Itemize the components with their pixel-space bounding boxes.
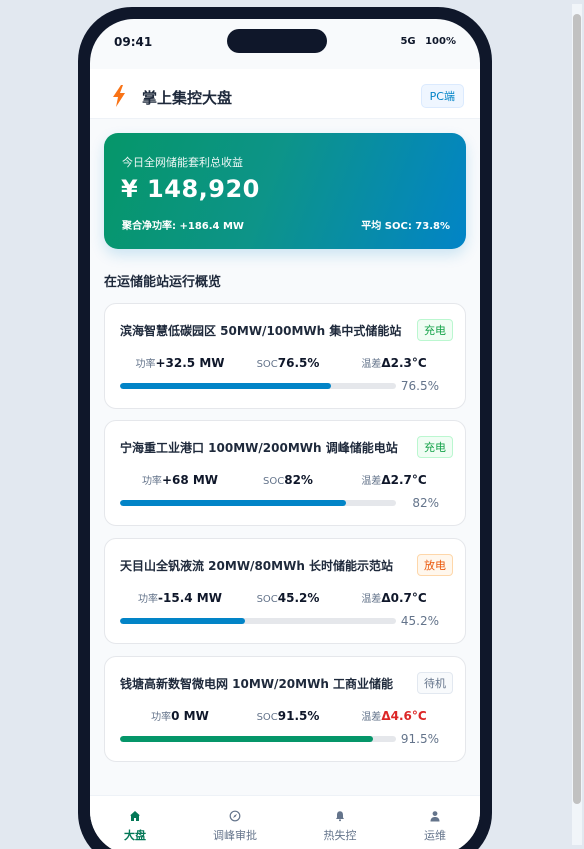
- power-metric: 功率0 MW: [120, 705, 240, 724]
- page-scrollbar[interactable]: [572, 4, 582, 845]
- power-value: -15.4 MW: [158, 591, 222, 605]
- revenue-summary-card: 今日全网储能套利总收益 ¥ 148,920 聚合净功率: +186.4 MW 平…: [104, 133, 466, 249]
- temp-label: 温差: [361, 712, 382, 723]
- station-metrics: 功率+32.5 MW SOC76.5% 温差Δ2.3°C: [120, 352, 452, 370]
- soc-progress-fill: [120, 618, 245, 624]
- station-metrics: 功率+68 MW SOC82% 温差Δ2.7°C: [120, 469, 452, 487]
- phone-screen: 09:41 5G 100% 掌上集控大盘 PC端 今日全网储能套利总收益 ¥ 1…: [90, 19, 480, 849]
- compass-icon: [229, 810, 241, 822]
- temp-metric: 温差Δ4.6°C: [336, 705, 452, 724]
- soc-metric: SOC82%: [240, 469, 336, 488]
- section-title: 在运储能站运行概览: [104, 275, 222, 290]
- station-name: 宁海重工业港口 100MW/200MWh 调峰储能电站: [120, 441, 398, 455]
- station-name: 钱塘高新数智微电网 10MW/20MWh 工商业储能: [120, 677, 394, 691]
- scrollbar-thumb[interactable]: [573, 14, 581, 804]
- power-label: 功率: [141, 476, 162, 487]
- soc-label: SOC: [263, 476, 285, 487]
- status-badge: 充电: [417, 436, 453, 458]
- temp-label: 温差: [361, 594, 382, 605]
- station-metrics: 功率-15.4 MW SOC45.2% 温差Δ0.7°C: [120, 587, 452, 605]
- soc-progress-fill: [120, 500, 347, 506]
- soc-progress-text: 76.5%: [400, 379, 439, 393]
- temp-value: Δ2.7°C: [381, 473, 427, 487]
- lightning-icon: [113, 85, 125, 107]
- soc-metric: SOC91.5%: [240, 705, 336, 724]
- phone-frame: 09:41 5G 100% 掌上集控大盘 PC端 今日全网储能套利总收益 ¥ 1…: [78, 7, 492, 849]
- soc-progress-text: 82%: [412, 496, 439, 510]
- station-card[interactable]: 天目山全钒液流 20MW/80MWh 长时储能示范站 放电 功率-15.4 MW SO…: [104, 538, 466, 644]
- power-metric: 功率+68 MW: [120, 469, 240, 488]
- temp-label: 温差: [361, 476, 382, 487]
- battery-indicator: 100%: [425, 36, 456, 47]
- tab-label: 运维: [424, 829, 446, 842]
- soc-label: SOC: [256, 712, 278, 723]
- bell-icon: [336, 811, 344, 822]
- soc-progress-bar: [120, 500, 396, 506]
- station-card[interactable]: 宁海重工业港口 100MW/200MWh 调峰储能电站 充电 功率+68 MW SOC…: [104, 420, 466, 526]
- pc-mode-button[interactable]: PC端: [420, 84, 464, 108]
- tab-dashboard[interactable]: 大盘: [95, 810, 175, 843]
- net-power-value: 聚合净功率: +186.4 MW: [122, 221, 244, 232]
- user-icon: [430, 811, 440, 822]
- tab-thermal-runaway[interactable]: 热失控: [300, 810, 380, 843]
- soc-progress-fill: [120, 736, 373, 742]
- revenue-amount: ¥ 148,920: [121, 175, 260, 203]
- power-label: 功率: [151, 712, 172, 723]
- soc-progress-bar: [120, 383, 396, 389]
- status-badge: 待机: [417, 672, 453, 694]
- soc-progress-bar: [120, 736, 396, 742]
- soc-progress-text: 45.2%: [400, 614, 439, 628]
- tab-label: 大盘: [124, 829, 146, 842]
- soc-value: 76.5%: [277, 356, 320, 370]
- temp-value: Δ4.6°C: [381, 709, 427, 723]
- soc-progress-fill: [120, 383, 332, 389]
- power-label: 功率: [138, 594, 159, 605]
- soc-value: 91.5%: [277, 709, 320, 723]
- temp-label: 温差: [361, 359, 382, 370]
- station-card[interactable]: 钱塘高新数智微电网 10MW/20MWh 工商业储能 待机 功率0 MW SOC91.…: [104, 656, 466, 762]
- station-name: 滨海智慧低碳园区 50MW/100MWh 集中式储能站: [120, 324, 402, 338]
- power-value: +68 MW: [161, 473, 219, 487]
- status-badge: 充电: [417, 319, 453, 341]
- status-time: 09:41: [114, 35, 153, 49]
- soc-value: 82%: [284, 473, 313, 487]
- station-name: 天目山全钒液流 20MW/80MWh 长时储能示范站: [120, 559, 394, 573]
- power-value: +32.5 MW: [155, 356, 225, 370]
- average-soc-value: 平均 SOC: 73.8%: [361, 221, 450, 232]
- station-metrics: 功率0 MW SOC91.5% 温差Δ4.6°C: [120, 705, 452, 723]
- soc-progress-bar: [120, 618, 396, 624]
- revenue-label: 今日全网储能套利总收益: [122, 156, 243, 169]
- tab-label: 调峰审批: [213, 829, 257, 842]
- tab-peak-approval[interactable]: 调峰审批: [195, 810, 275, 843]
- app-bar: 掌上集控大盘 PC端: [90, 69, 480, 119]
- soc-metric: SOC45.2%: [240, 587, 336, 606]
- temp-metric: 温差Δ0.7°C: [336, 587, 452, 606]
- soc-progress-text: 91.5%: [400, 732, 439, 746]
- soc-label: SOC: [256, 594, 278, 605]
- temp-metric: 温差Δ2.7°C: [336, 469, 452, 488]
- app-title: 掌上集控大盘: [142, 89, 233, 107]
- station-card[interactable]: 滨海智慧低碳园区 50MW/100MWh 集中式储能站 充电 功率+32.5 MW S…: [104, 303, 466, 409]
- soc-label: SOC: [256, 359, 278, 370]
- home-icon: [130, 811, 140, 821]
- temp-value: Δ0.7°C: [381, 591, 427, 605]
- power-label: 功率: [135, 359, 156, 370]
- tab-maintenance[interactable]: 运维: [395, 810, 475, 843]
- temp-value: Δ2.3°C: [381, 356, 427, 370]
- bottom-tab-bar: 大盘 调峰审批 热失控 运维: [90, 795, 480, 849]
- power-value: 0 MW: [171, 709, 209, 723]
- temp-metric: 温差Δ2.3°C: [336, 352, 452, 371]
- soc-value: 45.2%: [277, 591, 320, 605]
- dynamic-island: [227, 29, 327, 53]
- soc-metric: SOC76.5%: [240, 352, 336, 371]
- power-metric: 功率+32.5 MW: [120, 352, 240, 371]
- power-metric: 功率-15.4 MW: [120, 587, 240, 606]
- status-right: 5G 100%: [394, 36, 456, 47]
- network-indicator: 5G: [400, 36, 416, 47]
- status-badge: 放电: [417, 554, 453, 576]
- tab-label: 热失控: [323, 829, 357, 842]
